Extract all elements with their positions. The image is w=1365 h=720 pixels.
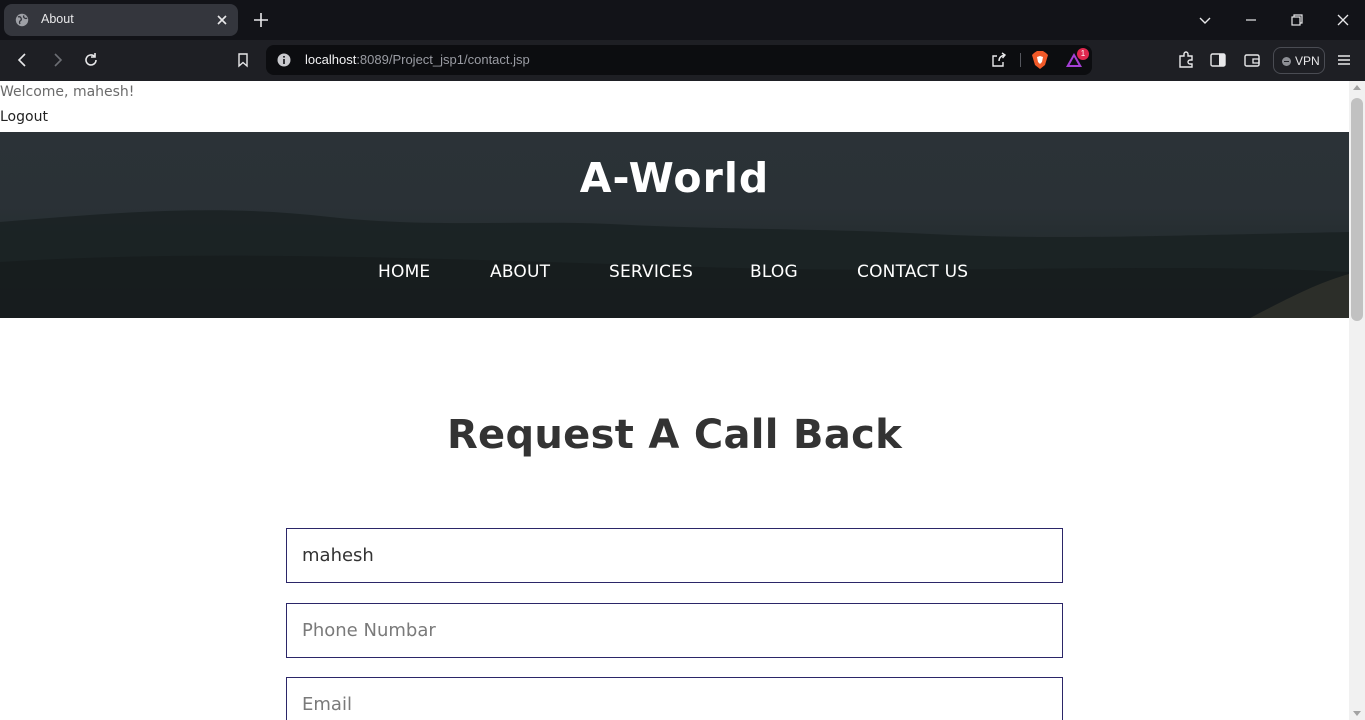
vpn-button[interactable]: VPN [1273, 47, 1325, 74]
hero-header: A-World HOME ABOUT SERVICES BLOG CONTACT… [0, 132, 1349, 318]
sidebar-icon[interactable] [1208, 50, 1228, 70]
restore-icon[interactable] [1287, 10, 1307, 30]
nav-services[interactable]: SERVICES [609, 262, 693, 282]
nav-blog[interactable]: BLOG [750, 262, 798, 282]
nav-contact-us[interactable]: CONTACT US [857, 262, 968, 282]
brave-shields-icon[interactable] [1031, 50, 1049, 70]
address-bar-divider [1020, 53, 1021, 67]
page-scrollbar[interactable] [1349, 81, 1365, 720]
scroll-down-arrow-icon[interactable] [1353, 711, 1361, 716]
wallet-icon[interactable] [1242, 50, 1262, 70]
nav-about[interactable]: ABOUT [490, 262, 550, 282]
vpn-label: VPN [1295, 54, 1320, 68]
back-icon[interactable] [13, 50, 33, 70]
globe-icon [15, 13, 29, 27]
email-input[interactable] [286, 677, 1063, 720]
close-window-icon[interactable] [1333, 10, 1353, 30]
vpn-off-icon [1282, 57, 1291, 66]
url-text[interactable]: localhost:8089/Project_jsp1/contact.jsp [305, 52, 530, 67]
site-brand-logo[interactable]: A-World [0, 154, 1349, 202]
welcome-message: Welcome, mahesh! [0, 84, 135, 100]
scrollbar-thumb[interactable] [1351, 98, 1363, 321]
menu-icon[interactable] [1334, 50, 1354, 70]
share-icon[interactable] [990, 51, 1008, 69]
url-path: :8089/Project_jsp1/contact.jsp [356, 52, 530, 67]
url-host: localhost [305, 52, 357, 67]
browser-tab-bar: About [0, 0, 1365, 40]
minimize-icon[interactable] [1241, 10, 1261, 30]
brave-rewards-button[interactable]: 1 [1064, 48, 1089, 70]
scroll-up-arrow-icon[interactable] [1353, 85, 1361, 90]
page-viewport: Welcome, mahesh! Logout A-World HOME ABO… [0, 81, 1349, 720]
page-title: Request A Call Back [446, 412, 903, 458]
reload-icon[interactable] [81, 50, 101, 70]
phone-input[interactable] [286, 603, 1063, 658]
tab-search-chevron-icon[interactable] [1195, 10, 1215, 30]
site-info-icon[interactable] [276, 52, 292, 68]
address-bar[interactable]: localhost:8089/Project_jsp1/contact.jsp … [266, 45, 1092, 75]
nav-home[interactable]: HOME [378, 262, 430, 282]
new-tab-icon[interactable] [251, 10, 271, 30]
close-tab-icon[interactable] [214, 12, 230, 28]
bookmark-icon[interactable] [233, 50, 253, 70]
name-input[interactable] [286, 528, 1063, 583]
tab-title: About [41, 12, 74, 26]
browser-tab-about[interactable]: About [4, 4, 238, 36]
browser-toolbar: localhost:8089/Project_jsp1/contact.jsp … [0, 40, 1365, 81]
forward-icon[interactable] [47, 50, 67, 70]
extensions-icon[interactable] [1176, 50, 1196, 70]
rewards-count-badge: 1 [1077, 48, 1089, 60]
logout-link[interactable]: Logout [0, 109, 48, 125]
